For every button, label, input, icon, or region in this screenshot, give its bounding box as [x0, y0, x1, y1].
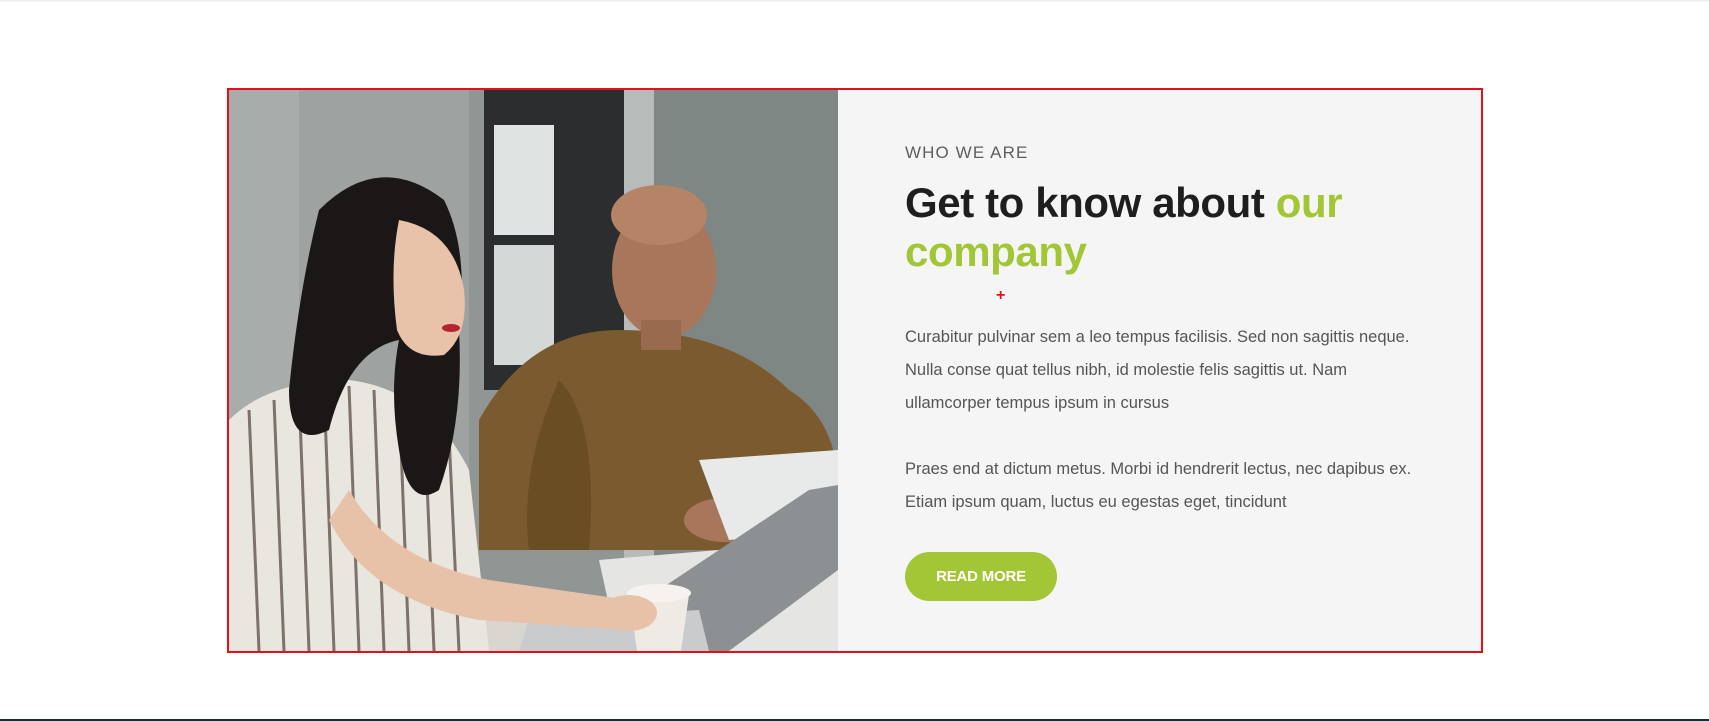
- about-paragraph-1: Curabitur pulvinar sem a leo tempus faci…: [905, 328, 1410, 412]
- team-photo: [229, 90, 838, 651]
- heading-text: Get to know about: [905, 179, 1276, 226]
- section-kicker: WHO WE ARE: [905, 143, 1029, 162]
- about-paragraph-2: Praes end at dictum metus. Morbi id hend…: [905, 460, 1412, 511]
- team-photo-illustration: [229, 90, 838, 651]
- about-content: WHO WE ARE Get to know about our company…: [838, 90, 1491, 651]
- read-more-button[interactable]: READ MORE: [905, 552, 1057, 601]
- section-heading: Get to know about our company: [905, 178, 1435, 276]
- about-section: WHO WE ARE Get to know about our company…: [227, 88, 1483, 653]
- crosshair-cursor-icon: +: [996, 287, 1006, 304]
- page: WHO WE ARE Get to know about our company…: [0, 0, 1709, 721]
- header-shadow: [0, 0, 1709, 3]
